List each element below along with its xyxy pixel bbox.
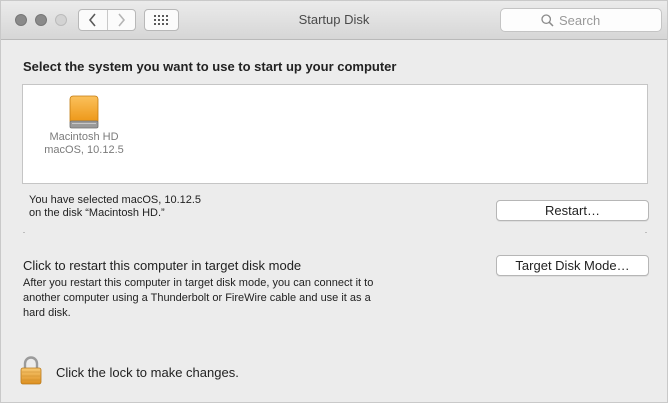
section-separator — [23, 232, 647, 234]
lock-control[interactable]: Click the lock to make changes. — [19, 355, 239, 385]
lock-icon[interactable] — [19, 355, 43, 385]
section-heading: Select the system you want to use to sta… — [23, 59, 397, 74]
lock-text: Click the lock to make changes. — [56, 364, 239, 380]
titlebar: Startup Disk — [1, 1, 667, 40]
target-disk-mode-button[interactable]: Target Disk Mode… — [496, 255, 649, 276]
target-desc-line-1: After you restart this computer in targe… — [23, 277, 374, 289]
startup-disk-window: Startup Disk Select the system you want … — [0, 0, 668, 403]
selected-line-1: You have selected macOS, 10.12.5 — [29, 194, 202, 206]
magnifier-icon — [541, 13, 554, 27]
target-disk-title: Click to restart this computer in target… — [23, 258, 302, 273]
search-field[interactable] — [500, 8, 662, 32]
target-desc-line-2: another computer using a Thunderbolt or … — [23, 292, 371, 304]
search-input[interactable] — [559, 12, 621, 28]
disk-list-panel: Macintosh HD macOS, 10.12.5 — [22, 84, 648, 184]
target-disk-description: After you restart this computer in targe… — [23, 276, 423, 321]
disk-item-macintosh-hd[interactable]: Macintosh HD macOS, 10.12.5 — [41, 95, 127, 157]
disk-os-version: macOS, 10.12.5 — [44, 144, 124, 156]
selected-line-2: on the disk “Macintosh HD.” — [29, 207, 165, 219]
disk-name: Macintosh HD — [49, 131, 119, 143]
hard-disk-icon — [69, 95, 99, 129]
target-desc-line-3: hard disk. — [23, 307, 71, 319]
selected-system-text: You have selected macOS, 10.12.5 on the … — [29, 194, 201, 220]
restart-button[interactable]: Restart… — [496, 200, 649, 221]
